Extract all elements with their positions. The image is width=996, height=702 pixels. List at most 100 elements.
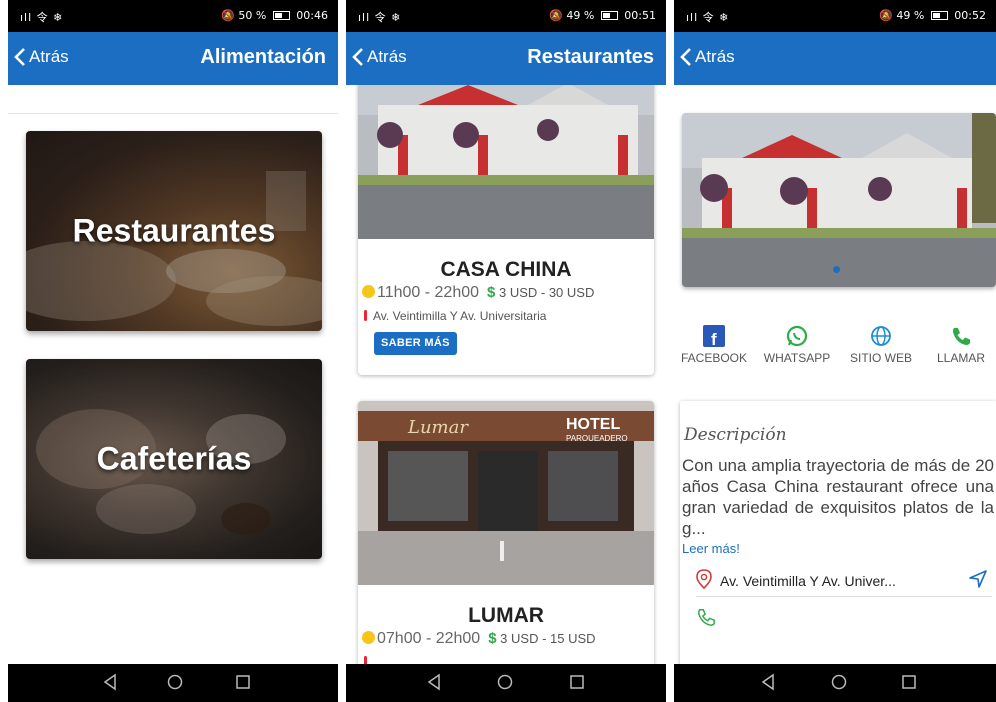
chevron-left-icon xyxy=(14,48,25,66)
description-card: Descripción Con una amplia trayectoria d… xyxy=(680,401,996,664)
action-row: f FACEBOOK WHATSAPP SITIO WEB LLAMAR xyxy=(674,325,996,375)
battery-icon xyxy=(272,11,290,20)
photo-carousel[interactable] xyxy=(682,113,996,287)
battery-percent: 49 % xyxy=(566,9,595,22)
restaurant-card[interactable]: Lumar HOTEL PARQUEADERO LUMAR 07h00 - 22… xyxy=(358,401,654,664)
action-label: LLAMAR xyxy=(936,351,986,365)
page-title: Restaurantes xyxy=(527,46,654,68)
globe-icon xyxy=(871,326,891,346)
category-label: Cafeterías xyxy=(96,440,252,477)
website-button[interactable]: SITIO WEB xyxy=(842,325,920,365)
restaurant-hours: 11h00 - 22h00 xyxy=(377,284,480,301)
facebook-button[interactable]: f FACEBOOK xyxy=(678,325,750,365)
system-nav-bar xyxy=(346,664,666,702)
nav-recents-icon[interactable] xyxy=(568,673,586,691)
address-text: Av. Veintimilla Y Av. Univer... xyxy=(720,573,896,589)
app-bar: Atrás Alimentación xyxy=(8,32,338,85)
location-pin-icon xyxy=(364,310,367,321)
restaurant-name: LUMAR xyxy=(468,604,544,627)
chevron-left-icon xyxy=(680,48,691,66)
action-label: FACEBOOK xyxy=(680,351,748,365)
clock: 00:51 xyxy=(624,9,656,22)
signal-icons: ıll 令 ❄ xyxy=(686,11,730,24)
svg-text:f: f xyxy=(711,330,717,347)
category-card-restaurantes[interactable]: Restaurantes xyxy=(26,131,322,331)
nav-home-icon[interactable] xyxy=(830,673,848,691)
back-label: Atrás xyxy=(695,47,735,66)
action-label: SITIO WEB xyxy=(849,351,912,365)
battery-icon xyxy=(600,11,618,20)
chevron-left-icon xyxy=(352,48,363,66)
content-area: Restaurantes Cafeterías xyxy=(8,85,338,664)
read-more-link[interactable]: Leer más! xyxy=(682,541,740,556)
status-bar: ıll 令 ❄ 🔕 49 % 00:51 xyxy=(346,0,666,32)
app-bar: Atrás xyxy=(674,32,996,85)
alarm-icon xyxy=(362,631,375,644)
nav-recents-icon[interactable] xyxy=(900,673,918,691)
battery-percent: 49 % xyxy=(896,9,925,22)
back-button[interactable]: Atrás xyxy=(352,47,407,67)
restaurant-photo: Lumar HOTEL PARQUEADERO xyxy=(358,401,654,585)
navigation-arrow-icon[interactable] xyxy=(968,569,988,589)
app-bar: Atrás Restaurantes xyxy=(346,32,666,85)
system-nav-bar xyxy=(8,664,338,702)
alarm-icon xyxy=(362,285,375,298)
phone-screen-restaurantes: ıll 令 ❄ 🔕 49 % 00:51 Atrás Restaurantes xyxy=(346,0,666,702)
description-text: Con una amplia trayectoria de más de 20 … xyxy=(682,456,994,538)
location-pin-icon xyxy=(364,656,367,664)
battery-icon xyxy=(930,11,948,20)
address-row[interactable]: Av. Veintimilla Y Av. Univer... xyxy=(696,561,992,597)
restaurant-detail: f FACEBOOK WHATSAPP SITIO WEB LLAMAR Des… xyxy=(674,85,996,664)
battery-percent: 50 % xyxy=(238,9,267,22)
nav-recents-icon[interactable] xyxy=(234,673,252,691)
restaurant-address: Av. Veintimilla Y Av. Universitaria xyxy=(373,309,547,323)
phone-screen-detalle: ıll 令 ❄ 🔕 49 % 00:52 Atrás f FACEBOOK WH… xyxy=(674,0,996,702)
phone-screen-alimentacion: ıll 令 ❄ 🔕 50 % 00:46 Atrás Alimentación … xyxy=(8,0,338,702)
status-bar: ıll 令 ❄ 🔕 49 % 00:52 xyxy=(674,0,996,32)
clock: 00:46 xyxy=(296,9,328,22)
hotel-sign-text: HOTEL xyxy=(566,416,620,433)
mute-icon: 🔕 xyxy=(221,9,235,22)
location-pin-icon xyxy=(696,569,712,589)
back-label: Atrás xyxy=(367,47,407,66)
signal-icons: ıll 令 ❄ xyxy=(358,11,402,24)
clock: 00:52 xyxy=(954,9,986,22)
restaurant-name: CASA CHINA xyxy=(440,258,572,281)
mute-icon: 🔕 xyxy=(879,9,893,22)
restaurant-hours: 07h00 - 22h00 xyxy=(377,630,481,647)
divider xyxy=(8,113,338,114)
system-nav-bar xyxy=(674,664,996,702)
description-title: Descripción xyxy=(684,425,787,445)
facebook-icon: f xyxy=(703,325,725,347)
back-button[interactable]: Atrás xyxy=(14,47,69,67)
nav-home-icon[interactable] xyxy=(496,673,514,691)
dollar-icon: $ xyxy=(488,630,497,647)
saber-mas-button[interactable]: SABER MÁS xyxy=(374,332,457,355)
nav-back-icon[interactable] xyxy=(426,673,442,691)
restaurant-card[interactable]: CASA CHINA 11h00 - 22h00 $ 3 USD - 30 USD… xyxy=(358,85,654,375)
nav-home-icon[interactable] xyxy=(166,673,184,691)
category-label: Restaurantes xyxy=(72,212,276,249)
whatsapp-button[interactable]: WHATSAPP xyxy=(754,325,840,365)
phone-icon[interactable] xyxy=(696,607,716,627)
phone-icon xyxy=(953,328,970,345)
restaurant-photo xyxy=(682,113,996,287)
call-button[interactable]: LLAMAR xyxy=(928,325,994,365)
restaurant-list: CASA CHINA 11h00 - 22h00 $ 3 USD - 30 USD… xyxy=(346,85,666,664)
nav-back-icon[interactable] xyxy=(102,673,118,691)
whatsapp-icon xyxy=(786,325,808,347)
page-title: Alimentación xyxy=(200,46,326,68)
carousel-indicator[interactable] xyxy=(833,266,840,273)
back-button[interactable]: Atrás xyxy=(680,47,735,67)
dollar-icon: $ xyxy=(487,284,496,301)
signal-icons: ıll 令 ❄ xyxy=(20,11,64,24)
restaurant-photo xyxy=(358,85,654,239)
lumar-sign-text: Lumar xyxy=(407,417,469,438)
category-card-cafeterias[interactable]: Cafeterías xyxy=(26,359,322,559)
status-bar: ıll 令 ❄ 🔕 50 % 00:46 xyxy=(8,0,338,32)
nav-back-icon[interactable] xyxy=(760,673,776,691)
action-label: WHATSAPP xyxy=(763,351,831,365)
restaurant-price: 3 USD - 15 USD xyxy=(500,631,596,646)
mute-icon: 🔕 xyxy=(549,9,563,22)
back-label: Atrás xyxy=(29,47,69,66)
